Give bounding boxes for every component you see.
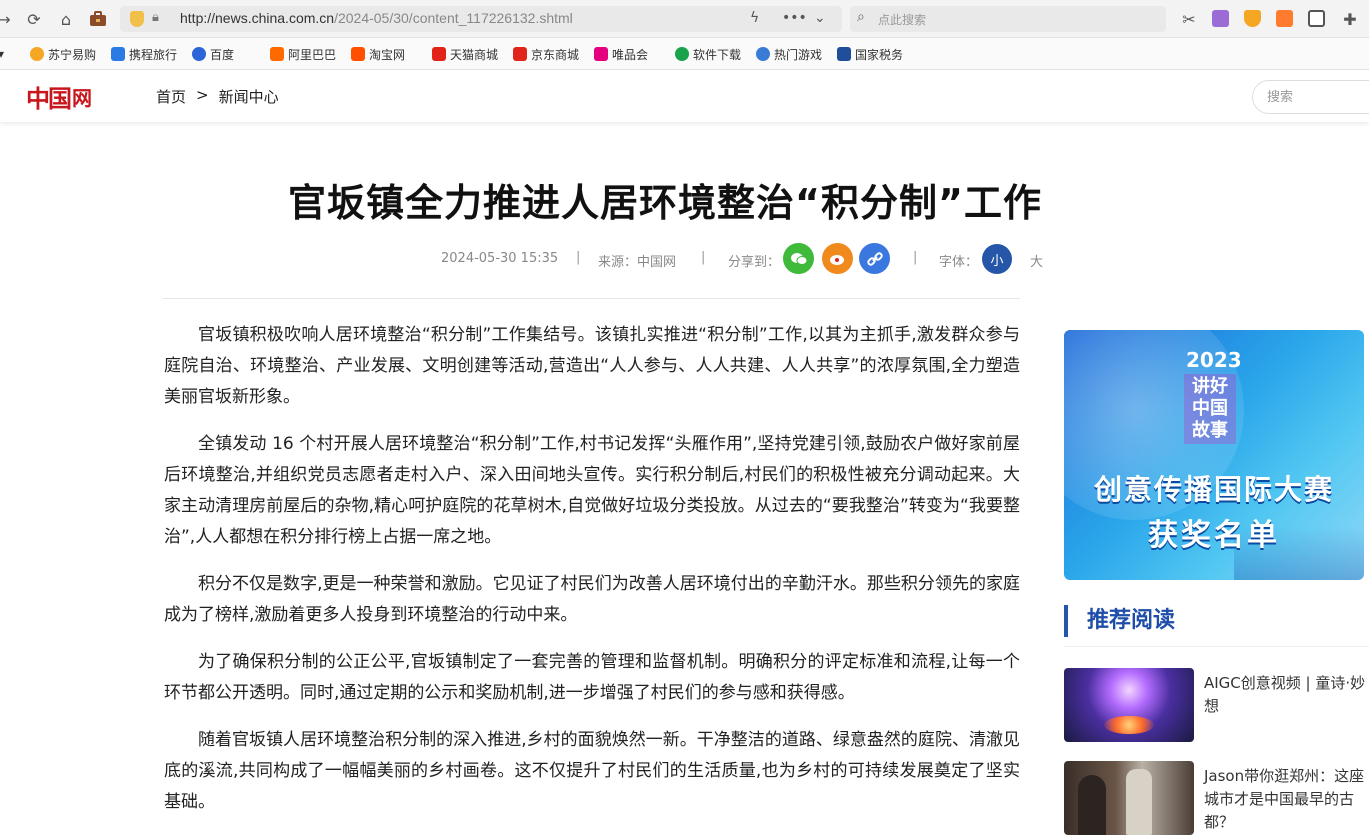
lightning-icon[interactable]: ϟ bbox=[750, 10, 759, 26]
url-path: /2024-05/30/content_117226132.shtml bbox=[334, 10, 573, 26]
bookmark-overflow-icon[interactable]: ▾ bbox=[0, 46, 4, 62]
vip-icon bbox=[594, 47, 608, 61]
logo-net: 网 bbox=[72, 85, 92, 110]
bookmark-item[interactable]: 唯品会 bbox=[594, 46, 648, 62]
recommend-divider bbox=[1064, 646, 1369, 647]
recommend-item-title[interactable]: Jason带你逛郑州：这座城市才是中国最早的古都？ bbox=[1204, 765, 1369, 834]
logo-mark: 中国 bbox=[26, 83, 72, 113]
site-search-box[interactable] bbox=[1252, 80, 1369, 114]
publish-date: 2024-05-30 15:35 bbox=[441, 251, 559, 266]
link-share-icon[interactable] bbox=[859, 243, 890, 274]
banner-story-text: 讲好中国故事 bbox=[1184, 374, 1236, 444]
recommend-thumbnail[interactable] bbox=[1064, 761, 1194, 835]
font-large-button[interactable]: 大 bbox=[1030, 251, 1043, 270]
game-icon bbox=[756, 47, 770, 61]
download-icon bbox=[675, 47, 689, 61]
banner-year: 2023 bbox=[1186, 348, 1242, 372]
font-size-label: 字体： bbox=[939, 255, 979, 270]
bookmark-item[interactable]: 苏宁易购 bbox=[30, 46, 96, 62]
recommend-item-title[interactable]: AIGC创意视频 | 童诗·妙想 bbox=[1204, 672, 1369, 718]
article-paragraph: 官坂镇积极吹响人居环境整治“积分制”工作集结号。该镇扎实推进“积分制”工作,以其… bbox=[164, 325, 1020, 407]
chevron-down-icon[interactable]: ⌄ bbox=[814, 10, 826, 26]
bookmark-item[interactable]: 软件下载 bbox=[675, 46, 741, 62]
address-bar[interactable]: 🔒︎ http://news.china.com.cn/2024-05/30/c… bbox=[120, 6, 842, 32]
breadcrumb: 首页 > 新闻中心 bbox=[156, 86, 279, 107]
puzzle-icon[interactable]: ✚ bbox=[1340, 9, 1360, 29]
taobao-icon bbox=[351, 47, 365, 61]
article-paragraph: 为了确保积分制的公正公平,官坂镇制定了一套完善的管理和监督机制。明确积分的评定标… bbox=[164, 652, 1020, 703]
banner-title-line1: 创意传播国际大赛 bbox=[1093, 473, 1334, 506]
translate-icon[interactable] bbox=[1212, 10, 1229, 27]
meta-separator: | bbox=[701, 250, 706, 265]
bookmarks-bar: ▾ 苏宁易购 携程旅行 百度 阿里巴巴 淘宝网 天猫商城 京东商城 唯品会 软件… bbox=[0, 38, 1369, 70]
suning-icon bbox=[30, 47, 44, 61]
fox-extension-icon[interactable] bbox=[1276, 10, 1293, 27]
recommend-item[interactable]: AIGC创意视频 | 童诗·妙想 bbox=[1064, 668, 1369, 742]
article-paragraph: 随着官坂镇人居环境整治积分制的深入推进,乡村的面貌焕然一新。干净整洁的道路、绿意… bbox=[164, 730, 1020, 812]
tmall-icon bbox=[432, 47, 446, 61]
recommend-heading: 推荐阅读 bbox=[1064, 605, 1175, 637]
meta-separator: | bbox=[576, 250, 581, 265]
search-icon: ⌕ bbox=[857, 9, 865, 25]
scissors-icon[interactable]: ✂ bbox=[1179, 9, 1199, 29]
url-text[interactable]: http://news.china.com.cn/2024-05/30/cont… bbox=[180, 10, 573, 26]
site-logo[interactable]: 中国 网 bbox=[26, 77, 92, 115]
contest-banner[interactable]: 2023 讲好中国故事 创意传播国际大赛 获奖名单 bbox=[1064, 330, 1364, 580]
briefcase-icon[interactable] bbox=[88, 9, 108, 29]
window-icon[interactable] bbox=[1308, 10, 1325, 27]
meta-separator: | bbox=[913, 250, 918, 265]
breadcrumb-news[interactable]: 新闻中心 bbox=[219, 86, 279, 107]
meta-divider bbox=[163, 298, 1020, 299]
bookmark-item[interactable]: 携程旅行 bbox=[111, 46, 177, 62]
bookmark-item[interactable]: 淘宝网 bbox=[351, 46, 405, 62]
more-icon[interactable]: ••• bbox=[782, 10, 807, 26]
refresh-icon[interactable]: ⟳ bbox=[24, 9, 44, 29]
home-icon[interactable]: ⌂ bbox=[56, 9, 76, 29]
bookmark-item[interactable]: 国家税务 bbox=[837, 46, 903, 62]
forward-icon[interactable]: → bbox=[0, 9, 14, 29]
bookmark-item[interactable]: 百度 bbox=[192, 46, 234, 62]
thumbnail-person bbox=[1078, 775, 1106, 835]
banner-title-line2: 获奖名单 bbox=[1148, 518, 1280, 553]
share-label: 分享到： bbox=[728, 255, 781, 270]
site-search-input[interactable] bbox=[1267, 89, 1367, 104]
insecure-lock-icon[interactable]: 🔒︎ bbox=[152, 10, 159, 25]
shield-extension-icon[interactable] bbox=[1244, 10, 1261, 27]
weibo-share-icon[interactable] bbox=[822, 243, 853, 274]
recommend-item[interactable]: Jason带你逛郑州：这座城市才是中国最早的古都？ bbox=[1064, 761, 1369, 835]
breadcrumb-separator: > bbox=[196, 86, 209, 104]
article-paragraph: 全镇发动 16 个村开展人居环境整治“积分制”工作,村书记发挥“头雁作用”,坚持… bbox=[164, 434, 1020, 547]
bookmark-item[interactable]: 阿里巴巴 bbox=[270, 46, 336, 62]
browser-toolbar: → ⟳ ⌂ 🔒︎ http://news.china.com.cn/2024-0… bbox=[0, 0, 1369, 38]
article-meta: 2024-05-30 15:35 | 来源：中国网 | 分享到： | 字体： 小… bbox=[0, 243, 1369, 277]
url-host: http://news.china.com.cn bbox=[180, 10, 335, 26]
site-header: 中国 网 首页 > 新闻中心 bbox=[0, 71, 1369, 122]
article-paragraph: 积分不仅是数字,更是一种荣誉和激励。它见证了村民们为改善人居环境付出的辛勤汗水。… bbox=[164, 574, 1020, 625]
shield-icon bbox=[130, 11, 144, 27]
font-small-button[interactable]: 小 bbox=[982, 244, 1012, 274]
browser-search-box[interactable]: ⌕ 点此搜索 bbox=[850, 6, 1166, 32]
bookmark-item[interactable]: 天猫商城 bbox=[432, 46, 498, 62]
wechat-share-icon[interactable] bbox=[783, 243, 814, 274]
alibaba-icon bbox=[270, 47, 284, 61]
baidu-icon bbox=[192, 47, 206, 61]
ctrip-icon bbox=[111, 47, 125, 61]
article-source: 来源：中国网 bbox=[598, 255, 677, 270]
thumbnail-glow bbox=[1104, 716, 1154, 734]
article-body: 官坂镇积极吹响人居环境整治“积分制”工作集结号。该镇扎实推进“积分制”工作,以其… bbox=[164, 320, 1020, 834]
browser-search-placeholder: 点此搜索 bbox=[878, 13, 927, 27]
recommend-thumbnail[interactable] bbox=[1064, 668, 1194, 742]
jd-icon bbox=[513, 47, 527, 61]
article-title: 官坂镇全力推进人居环境整治“积分制”工作 bbox=[288, 181, 1042, 225]
thumbnail-statue bbox=[1126, 769, 1152, 835]
breadcrumb-home[interactable]: 首页 bbox=[156, 86, 186, 107]
bookmark-item[interactable]: 京东商城 bbox=[513, 46, 579, 62]
bookmark-item[interactable]: 热门游戏 bbox=[756, 46, 822, 62]
tax-icon bbox=[837, 47, 851, 61]
